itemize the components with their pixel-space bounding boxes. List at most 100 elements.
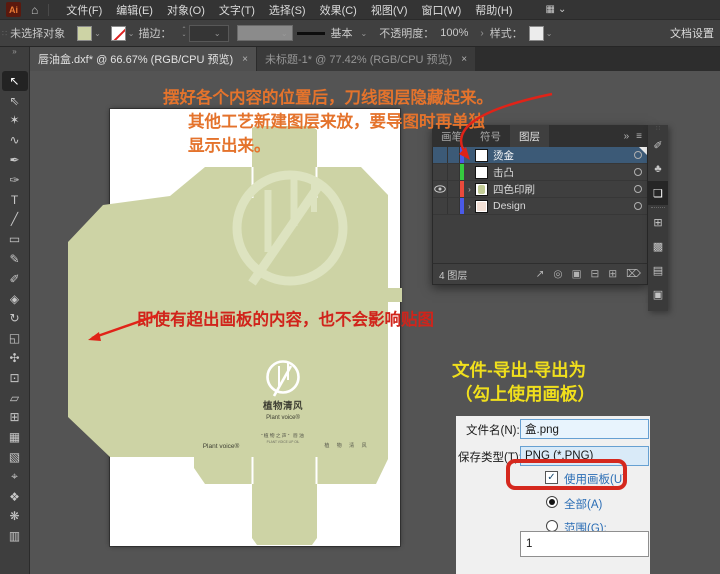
magic-wand-tool[interactable]: ✶ <box>0 111 30 131</box>
shape-builder-tool[interactable]: ▱ <box>0 388 30 408</box>
target-icon[interactable] <box>629 185 647 193</box>
stroke-color-swatch[interactable] <box>111 26 126 41</box>
note-top-line1: 摆好各个内容的位置后，刀线图层隐藏起来。 <box>163 84 493 108</box>
brushes-panel-icon[interactable]: ✐ <box>648 133 668 157</box>
menu-window[interactable]: 窗口(W) <box>415 2 469 18</box>
eraser-tool[interactable]: ◈ <box>0 289 30 309</box>
symbol-sprayer-tool[interactable]: ❋ <box>0 507 30 527</box>
layer-name[interactable]: 击凸 <box>493 165 629 180</box>
stroke-weight-select[interactable]: ⌄ <box>189 25 229 42</box>
artboards-panel-icon[interactable]: ⊞ <box>648 210 668 234</box>
selection-tool[interactable]: ↖ <box>2 71 28 91</box>
visibility-toggle[interactable] <box>433 198 448 214</box>
clipping-mask-icon[interactable]: ▣ <box>572 268 582 280</box>
panel-menu-icon[interactable]: ≡ <box>636 131 642 142</box>
line-segment-tool[interactable]: ╱ <box>0 210 30 230</box>
menu-help[interactable]: 帮助(H) <box>468 2 519 18</box>
lock-toggle[interactable] <box>448 181 460 197</box>
filename-input[interactable]: 盒.png <box>520 419 649 439</box>
style-swatch[interactable] <box>529 26 544 41</box>
drag-grip-icon[interactable]: ∷ <box>656 125 660 133</box>
collect-for-export-icon[interactable]: ↗ <box>536 268 545 280</box>
gradient-panel-icon[interactable]: ▩ <box>648 234 668 258</box>
close-icon[interactable]: × <box>242 54 248 65</box>
lock-toggle[interactable] <box>448 198 460 214</box>
chevron-down-icon[interactable]: ⌄ <box>546 29 553 38</box>
symbols-panel-icon[interactable]: ♣ <box>648 157 668 181</box>
eyedropper-tool[interactable]: ⌖ <box>0 467 30 487</box>
layer-row-design[interactable]: › Design <box>433 198 647 215</box>
type-tool[interactable]: T <box>0 190 30 210</box>
lock-toggle[interactable] <box>448 147 460 163</box>
curvature-pen-tool[interactable]: ✑ <box>0 170 30 190</box>
visibility-toggle[interactable] <box>433 181 448 197</box>
gradient-tool[interactable]: ▧ <box>0 447 30 467</box>
chevron-down-icon[interactable]: ⌄ <box>361 29 368 38</box>
transform-panel-icon[interactable]: ▣ <box>648 282 668 306</box>
menu-object[interactable]: 对象(O) <box>160 2 212 18</box>
chevron-down-icon[interactable]: ⌄ <box>128 29 135 38</box>
drag-grip-icon[interactable]: ∷ <box>2 29 6 38</box>
layer-name[interactable]: 四色印刷 <box>493 182 629 197</box>
tab-layers[interactable]: 图层 <box>510 125 549 147</box>
document-setup-button[interactable]: 文档设置 <box>666 23 718 43</box>
opacity-value[interactable]: 100% <box>440 27 468 39</box>
stroke-weight-stepper[interactable]: ⌃ ⌄ <box>182 28 187 38</box>
free-transform-tool[interactable]: ⊡ <box>0 368 30 388</box>
perspective-grid-tool[interactable]: ⊞ <box>0 408 30 428</box>
visibility-toggle[interactable] <box>433 164 448 180</box>
paintbrush-tool[interactable]: ✎ <box>0 249 30 269</box>
delete-layer-icon[interactable]: ⌦ <box>626 268 641 280</box>
menu-select[interactable]: 选择(S) <box>262 2 313 18</box>
menu-effect[interactable]: 效果(C) <box>313 2 364 18</box>
layers-panel-icon[interactable]: ❏ <box>648 181 668 205</box>
column-graph-tool[interactable]: ▥ <box>0 526 30 546</box>
visibility-toggle[interactable] <box>433 147 448 163</box>
menu-type[interactable]: 文字(T) <box>212 2 262 18</box>
layer-row-tangjin[interactable]: 烫金 <box>433 147 647 164</box>
document-tab[interactable]: 未标题-1* @ 77.42% (RGB/CPU 预览) × <box>256 47 475 71</box>
variable-width-select[interactable]: ⌄ <box>237 25 293 41</box>
target-icon[interactable] <box>629 202 647 210</box>
direct-selection-tool[interactable]: ⇖ <box>0 91 30 111</box>
scale-tool[interactable]: ◱ <box>0 328 30 348</box>
locate-object-icon[interactable]: ◎ <box>553 268 562 280</box>
workspace-switcher[interactable]: ▦ ⌄ <box>546 4 567 15</box>
new-layer-icon[interactable]: ⊞ <box>608 268 617 280</box>
document-tab-active[interactable]: 唇油盒.dxf* @ 66.67% (RGB/CPU 预览) × <box>30 47 256 71</box>
lock-toggle[interactable] <box>448 164 460 180</box>
pen-tool[interactable]: ✒ <box>0 150 30 170</box>
width-tool[interactable]: ✣ <box>0 348 30 368</box>
layer-row-cmyk[interactable]: › 四色印刷 <box>433 181 647 198</box>
menu-edit[interactable]: 编辑(E) <box>109 2 160 18</box>
align-panel-icon[interactable]: ▤ <box>648 258 668 282</box>
chevron-down-icon[interactable]: ⌄ <box>94 29 101 38</box>
stepper-down-icon[interactable]: ⌄ <box>182 33 187 38</box>
rectangle-tool[interactable]: ▭ <box>0 229 30 249</box>
range-input[interactable]: 1 <box>520 531 649 557</box>
expand-arrow-icon[interactable]: › <box>464 185 475 194</box>
lasso-tool[interactable]: ∿ <box>0 130 30 150</box>
rotate-tool[interactable]: ↻ <box>0 309 30 329</box>
collapse-panel-icon[interactable]: » <box>624 131 630 142</box>
target-icon[interactable] <box>629 151 647 159</box>
layer-row-jitu[interactable]: 击凸 <box>433 164 647 181</box>
new-sublayer-icon[interactable]: ⊟ <box>591 268 600 280</box>
chevron-right-icon[interactable]: › <box>480 28 483 39</box>
blend-tool[interactable]: ❖ <box>0 487 30 507</box>
target-icon[interactable] <box>629 168 647 176</box>
all-radio[interactable] <box>546 496 558 508</box>
menu-view[interactable]: 视图(V) <box>364 2 415 18</box>
brush-definition-value[interactable]: 基本 <box>331 25 353 41</box>
layer-name[interactable]: Design <box>493 200 629 212</box>
close-icon[interactable]: × <box>461 54 467 65</box>
menu-file[interactable]: 文件(F) <box>59 2 109 18</box>
pencil-tool[interactable]: ✐ <box>0 269 30 289</box>
expand-arrow-icon[interactable]: › <box>464 202 475 211</box>
home-icon[interactable]: ⌂ <box>31 3 38 17</box>
fill-color-swatch[interactable] <box>77 26 92 41</box>
all-label[interactable]: 全部(A) <box>564 496 602 512</box>
layer-name[interactable]: 烫金 <box>493 148 629 163</box>
tools-panel-header[interactable]: » <box>0 47 30 71</box>
mesh-tool[interactable]: ▦ <box>0 427 30 447</box>
